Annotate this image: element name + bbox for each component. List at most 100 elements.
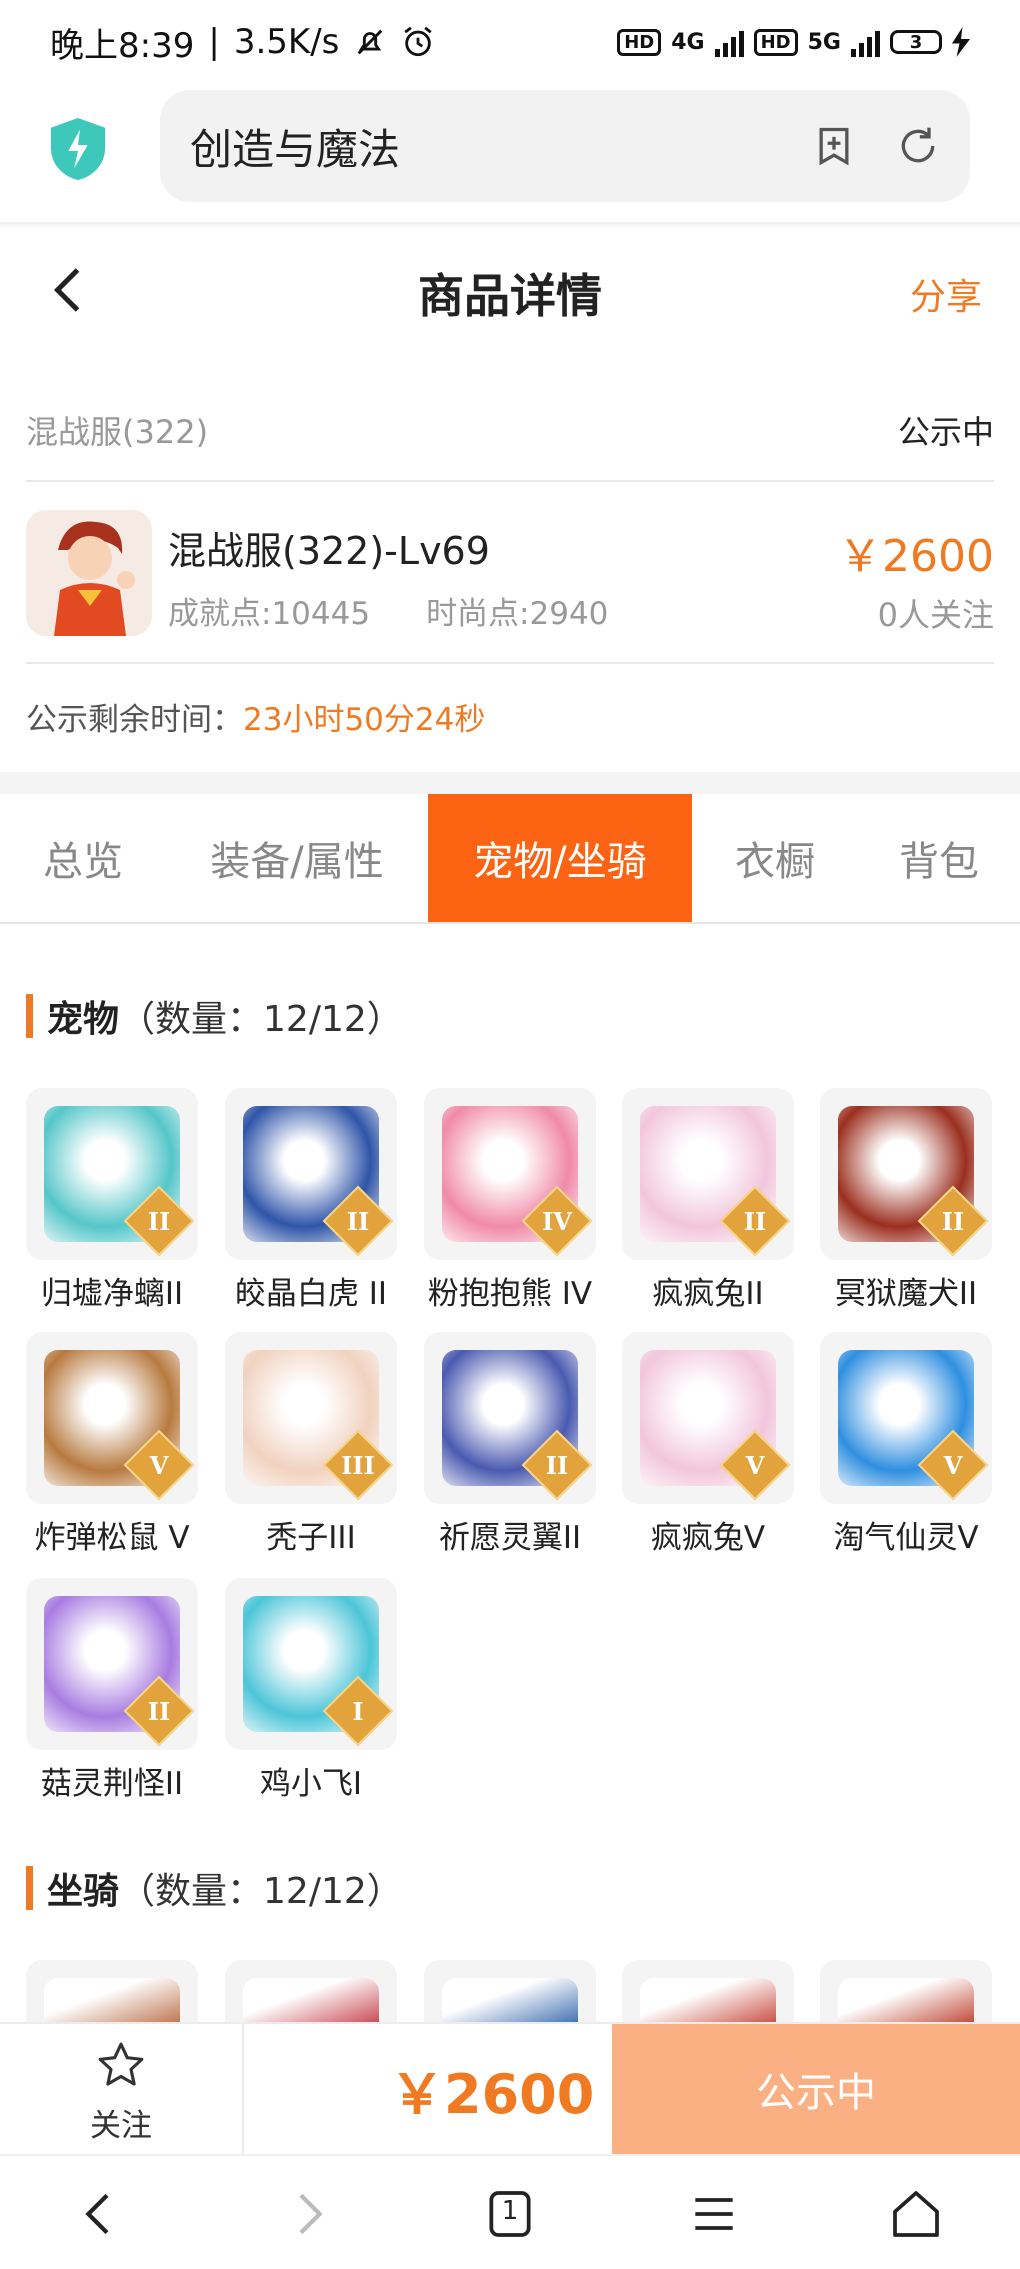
network-type: 5G <box>807 29 841 55</box>
pet-thumbnail: II <box>820 1088 992 1260</box>
url-input[interactable]: 创造与魔法 <box>160 90 970 202</box>
grade-label: II <box>545 1450 569 1480</box>
character-summary[interactable]: 混战服(322)-Lv69 成就点:10445 时尚点:2940 ￥2600 0… <box>26 484 994 664</box>
pet-name: 疯疯兔V <box>650 1520 766 1556</box>
pet-thumbnail: II <box>424 1332 596 1504</box>
mount-item[interactable] <box>820 1960 992 2022</box>
mount-icon <box>243 1978 379 2022</box>
grade-label: II <box>743 1206 767 1236</box>
pet-thumbnail: II <box>26 1088 198 1260</box>
mount-thumbnail <box>225 1960 397 2022</box>
mount-item[interactable] <box>424 1960 596 2022</box>
tab-equipment[interactable]: 装备/属性 <box>166 794 428 922</box>
pet-item[interactable]: II 皎晶白虎 II <box>225 1088 397 1313</box>
mount-icon <box>44 1978 180 2022</box>
url-text: 创造与魔法 <box>190 124 401 174</box>
grade-label: II <box>147 1696 171 1726</box>
pet-thumbnail: I <box>225 1578 397 1750</box>
status-button[interactable]: 公示中 <box>612 2024 1020 2154</box>
tab-count: 1 <box>501 2196 519 2226</box>
pet-name: 秃子III <box>266 1520 356 1556</box>
tab-wardrobe[interactable]: 衣橱 <box>692 794 858 922</box>
mount-item[interactable] <box>26 1960 198 2022</box>
page-title: 商品详情 <box>418 269 602 323</box>
pet-thumbnail: II <box>225 1088 397 1260</box>
back-icon[interactable] <box>72 2186 128 2242</box>
tabs-icon[interactable]: 1 <box>482 2186 538 2242</box>
pet-item[interactable]: V 疯疯兔V <box>622 1332 794 1557</box>
menu-icon[interactable] <box>686 2186 742 2242</box>
mount-thumbnail <box>424 1960 596 2022</box>
mount-icon <box>838 1978 974 2022</box>
signal-icon <box>851 27 880 57</box>
pet-name: 祈愿灵翼II <box>438 1520 582 1556</box>
bookmark-add-icon[interactable] <box>812 124 856 168</box>
grade-label: V <box>149 1450 169 1480</box>
refresh-icon[interactable] <box>896 124 940 168</box>
alarm-icon <box>404 26 432 57</box>
pet-item[interactable]: II 归墟净螭II <box>26 1088 198 1313</box>
pet-thumbnail: V <box>820 1332 992 1504</box>
grade-label: I <box>352 1696 364 1726</box>
pet-name: 粉抱抱熊 IV <box>427 1276 593 1312</box>
pet-thumbnail: IV <box>424 1088 596 1260</box>
fashion-points: 时尚点:2940 <box>426 596 609 632</box>
browser-nav-bar: 1 <box>0 2154 1020 2269</box>
pet-name: 皎晶白虎 II <box>234 1276 388 1312</box>
pet-item[interactable]: II 菇灵荆怪II <box>26 1578 198 1803</box>
server-name: 混战服(322) <box>26 413 209 451</box>
grade-label: II <box>941 1206 965 1236</box>
home-icon[interactable] <box>888 2186 944 2242</box>
mount-item[interactable] <box>622 1960 794 2022</box>
browser-url-bar: 创造与魔法 <box>0 84 1020 224</box>
pet-name: 炸弹松鼠 V <box>34 1520 190 1556</box>
section-count: （数量：12/12） <box>119 1871 403 1912</box>
bottom-price: ￥2600 <box>390 2063 595 2126</box>
page-header: 商品详情 分享 <box>0 230 1020 350</box>
pets-section-title: 宠物 （数量：12/12） <box>26 990 403 1042</box>
charging-icon <box>952 27 970 57</box>
pet-item[interactable]: II 祈愿灵翼II <box>424 1332 596 1557</box>
grade-label: V <box>943 1450 963 1480</box>
mount-icon <box>640 1978 776 2022</box>
mount-thumbnail <box>820 1960 992 2022</box>
tab-overview[interactable]: 总览 <box>0 794 166 922</box>
pet-item[interactable]: IV 粉抱抱熊 IV <box>424 1088 596 1313</box>
pet-item[interactable]: II 冥狱魔犬II <box>820 1088 992 1313</box>
listing-status: 公示中 <box>897 413 994 451</box>
follow-button[interactable]: 关注 <box>0 2024 244 2154</box>
grade-label: V <box>745 1450 765 1480</box>
hd-badge: HD <box>753 28 798 56</box>
pet-name: 归墟净螭II <box>40 1276 184 1312</box>
status-bar: 晚上8:39 | 3.5K/s HD 4G HD 5G 3 <box>0 0 1020 84</box>
pet-thumbnail: II <box>26 1578 198 1750</box>
section-name: 坐骑 <box>47 1871 120 1912</box>
mounts-section-title: 坐骑 （数量：12/12） <box>26 1862 403 1914</box>
status-time: 晚上8:39 <box>50 25 195 66</box>
forward-icon[interactable] <box>280 2186 336 2242</box>
follow-label: 关注 <box>90 2108 152 2144</box>
pet-item[interactable]: V 炸弹松鼠 V <box>26 1332 198 1557</box>
network-speed: 3.5K/s <box>233 22 340 62</box>
pet-item[interactable]: V 淘气仙灵V <box>820 1332 992 1557</box>
tab-pets-mounts[interactable]: 宠物/坐骑 <box>428 794 692 922</box>
pet-name: 鸡小飞I <box>259 1766 363 1802</box>
remaining-value: 23小时50分24秒 <box>243 702 486 738</box>
pet-name: 淘气仙灵V <box>833 1520 979 1556</box>
mount-item[interactable] <box>225 1960 397 2022</box>
pet-name: 冥狱魔犬II <box>834 1276 978 1312</box>
watcher-count: 0人关注 <box>877 596 994 634</box>
bottom-action-bar: 关注 ￥2600 公示中 <box>0 2022 1020 2154</box>
network-type: 4G <box>671 29 705 55</box>
grade-label: IV <box>542 1206 572 1236</box>
pet-thumbnail: V <box>26 1332 198 1504</box>
pet-item[interactable]: I 鸡小飞I <box>225 1578 397 1803</box>
server-row: 混战服(322) 公示中 <box>26 380 994 482</box>
tab-backpack[interactable]: 背包 <box>858 794 1020 922</box>
hd-badge: HD <box>617 28 662 56</box>
pet-item[interactable]: III 秃子III <box>225 1332 397 1557</box>
pet-item[interactable]: II 疯疯兔II <box>622 1088 794 1313</box>
share-button[interactable]: 分享 <box>910 268 982 320</box>
achievement-points: 成就点:10445 <box>168 596 371 632</box>
shield-icon[interactable] <box>50 118 106 180</box>
